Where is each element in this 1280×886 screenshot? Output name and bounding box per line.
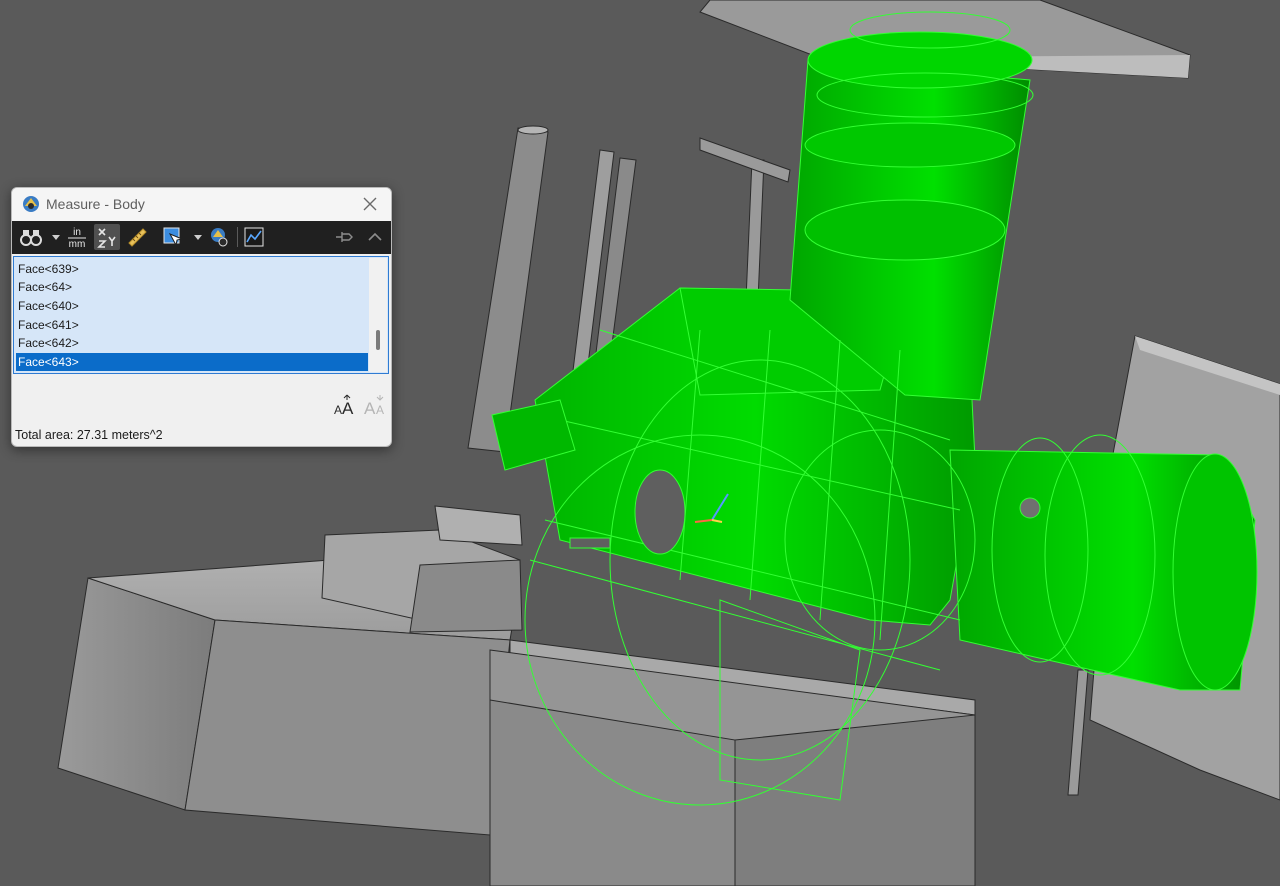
font-size-increase-icon: A A xyxy=(334,394,354,417)
measure-settings-icon xyxy=(211,228,228,247)
units-button[interactable]: in mm xyxy=(64,224,90,250)
measure-settings-button[interactable] xyxy=(206,224,232,250)
font-size-decrease-icon: A A xyxy=(364,395,384,417)
ruler-icon xyxy=(128,228,147,247)
chevron-down-icon xyxy=(194,235,202,240)
total-area-readout: Total area: 27.31 meters^2 xyxy=(15,428,163,442)
svg-text:A: A xyxy=(342,399,354,417)
face-list-item[interactable]: Face<639> xyxy=(16,260,368,278)
units-label-top: in xyxy=(73,227,81,238)
units-icon: in mm xyxy=(68,227,86,249)
measure-tool-icon xyxy=(21,194,41,214)
binoculars-icon xyxy=(20,230,42,246)
pin-icon xyxy=(336,232,353,242)
select-cursor-dropdown[interactable] xyxy=(194,233,202,243)
binoculars-button[interactable] xyxy=(18,224,44,250)
font-size-increase-button[interactable]: A A xyxy=(332,392,358,418)
units-label-bottom: mm xyxy=(69,239,86,249)
close-button[interactable] xyxy=(355,191,385,217)
graph-button[interactable] xyxy=(241,224,267,250)
close-icon xyxy=(363,197,377,211)
collapse-button[interactable] xyxy=(362,224,388,250)
font-size-decrease-button[interactable]: A A xyxy=(362,392,388,418)
svg-text:A: A xyxy=(334,403,342,417)
select-cursor-button[interactable] xyxy=(160,224,186,250)
face-list[interactable]: Face<639> Face<64> Face<640> Face<641> F… xyxy=(13,256,389,374)
measure-toolbar: in mm xyxy=(12,221,391,254)
face-list-item[interactable]: Face<640> xyxy=(16,297,368,315)
pin-button[interactable] xyxy=(332,224,358,250)
face-list-scrollbar[interactable] xyxy=(369,258,387,372)
cursor-select-icon xyxy=(163,227,184,247)
graph-icon xyxy=(244,227,264,247)
measure-dialog: Measure - Body in mm Face<639> Face<64> … xyxy=(11,187,392,447)
face-list-item[interactable]: Face<641> xyxy=(16,316,368,334)
xyz-coordinates-button[interactable] xyxy=(94,224,120,250)
face-list-item[interactable]: Face<64> xyxy=(16,278,368,296)
svg-text:A: A xyxy=(364,399,376,417)
ruler-button[interactable] xyxy=(124,224,150,250)
chevron-up-icon xyxy=(368,232,382,241)
scrollbar-thumb[interactable] xyxy=(376,330,380,350)
face-list-item-selected[interactable]: Face<643> xyxy=(16,353,368,371)
xyz-axis-icon xyxy=(97,228,116,248)
svg-text:A: A xyxy=(376,403,384,417)
dialog-titlebar[interactable]: Measure - Body xyxy=(12,188,391,221)
toolbar-separator xyxy=(237,227,238,247)
chevron-down-icon xyxy=(52,235,60,240)
binoculars-dropdown[interactable] xyxy=(52,233,60,243)
dialog-title: Measure - Body xyxy=(46,196,145,212)
face-list-item[interactable]: Face<642> xyxy=(16,334,368,352)
